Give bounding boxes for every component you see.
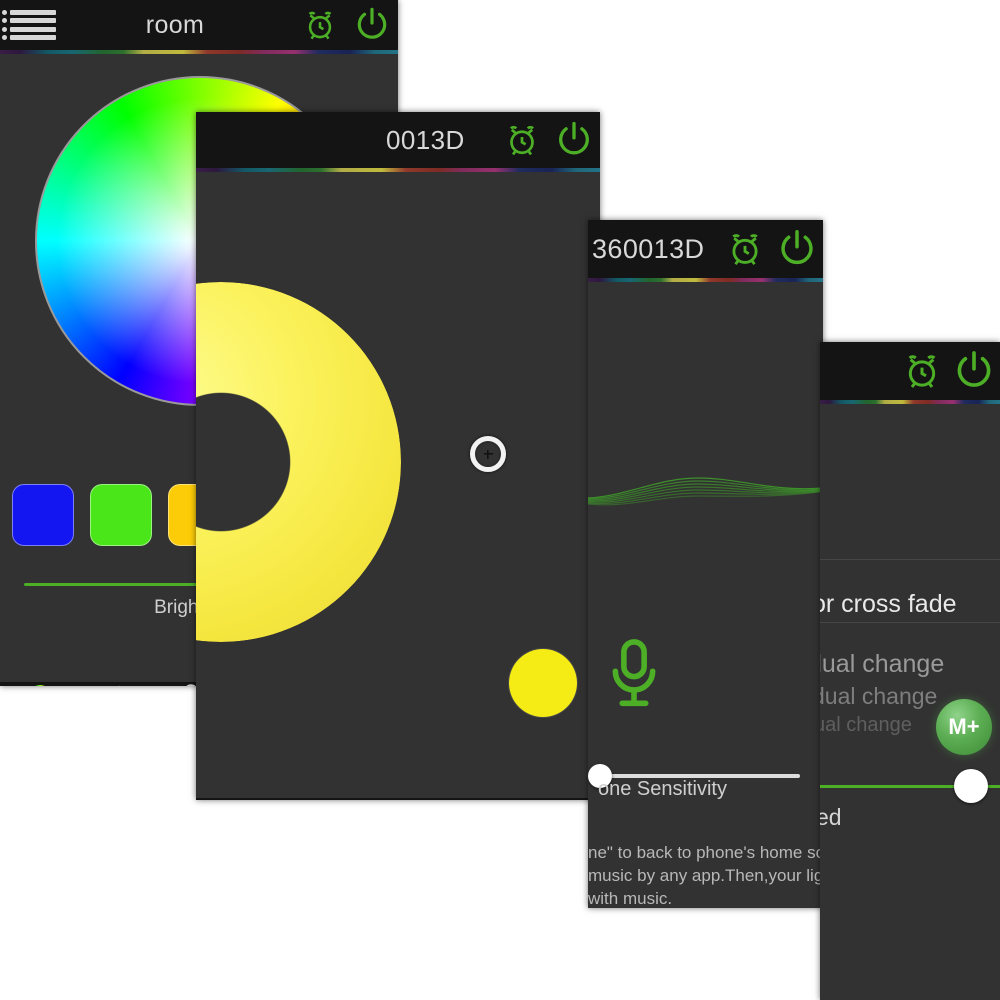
- mic-sensitivity-label: one Sensitivity: [598, 778, 727, 800]
- warm-body: COLORS W WARM: [196, 172, 600, 800]
- alarm-clock-icon[interactable]: [294, 3, 346, 47]
- warm-color-preview: [509, 649, 577, 717]
- speed-slider-knob[interactable]: [954, 769, 988, 803]
- page-title: room: [145, 10, 205, 39]
- functions-body: or cross fade dual change dual change ua…: [820, 404, 1000, 1000]
- warm-white-ring[interactable]: [196, 282, 401, 642]
- page-title: 0013D: [386, 124, 465, 155]
- power-icon[interactable]: [771, 227, 823, 271]
- page-title: 360013D: [592, 233, 705, 264]
- function-list-item[interactable]: dual change: [820, 650, 944, 679]
- function-list-item[interactable]: or cross fade: [820, 590, 957, 619]
- power-icon[interactable]: [346, 3, 398, 47]
- warm-white-icon: W: [106, 683, 133, 686]
- function-list-item[interactable]: dual change: [820, 683, 937, 710]
- speed-label: ed: [820, 804, 842, 830]
- tab-warm[interactable]: W WARM: [80, 683, 160, 686]
- color-ring-icon: [26, 683, 53, 686]
- warm-ring-handle[interactable]: [470, 436, 506, 472]
- microphone-icon: [602, 637, 666, 718]
- panel-disco: 360013D one Sensitivity ne" to back to p…: [588, 220, 823, 908]
- alarm-clock-icon[interactable]: [896, 349, 948, 393]
- swatch-green[interactable]: [90, 484, 152, 546]
- power-icon[interactable]: [548, 118, 600, 162]
- panel-functions: or cross fade dual change dual change ua…: [820, 342, 1000, 1000]
- list-divider: [820, 559, 1000, 560]
- warm-header: 0013D: [196, 112, 600, 168]
- alarm-clock-icon[interactable]: [719, 227, 771, 271]
- warm-tabbar: COLORS W WARM: [196, 798, 600, 800]
- audio-waveform: [588, 452, 823, 522]
- memory-add-button[interactable]: M+: [936, 699, 992, 755]
- panel-warm: 0013D: [196, 112, 600, 800]
- power-icon[interactable]: [948, 349, 1000, 393]
- alarm-clock-icon[interactable]: [496, 118, 548, 162]
- screenshot-stage: room DIY: [0, 0, 1000, 1000]
- function-list-item[interactable]: ual change: [820, 714, 912, 737]
- speed-slider[interactable]: [820, 769, 1000, 803]
- hamburger-icon[interactable]: [2, 8, 56, 42]
- disco-hint-text: ne" to back to phone's home screen,and p…: [588, 843, 823, 908]
- colors-header: room: [0, 0, 398, 50]
- disco-body: one Sensitivity ne" to back to phone's h…: [588, 282, 823, 908]
- functions-header: [820, 342, 1000, 400]
- swatch-blue[interactable]: [12, 484, 74, 546]
- list-divider: [820, 622, 1000, 623]
- tab-colors[interactable]: COLORS: [0, 683, 80, 686]
- disco-header: 360013D: [588, 220, 823, 278]
